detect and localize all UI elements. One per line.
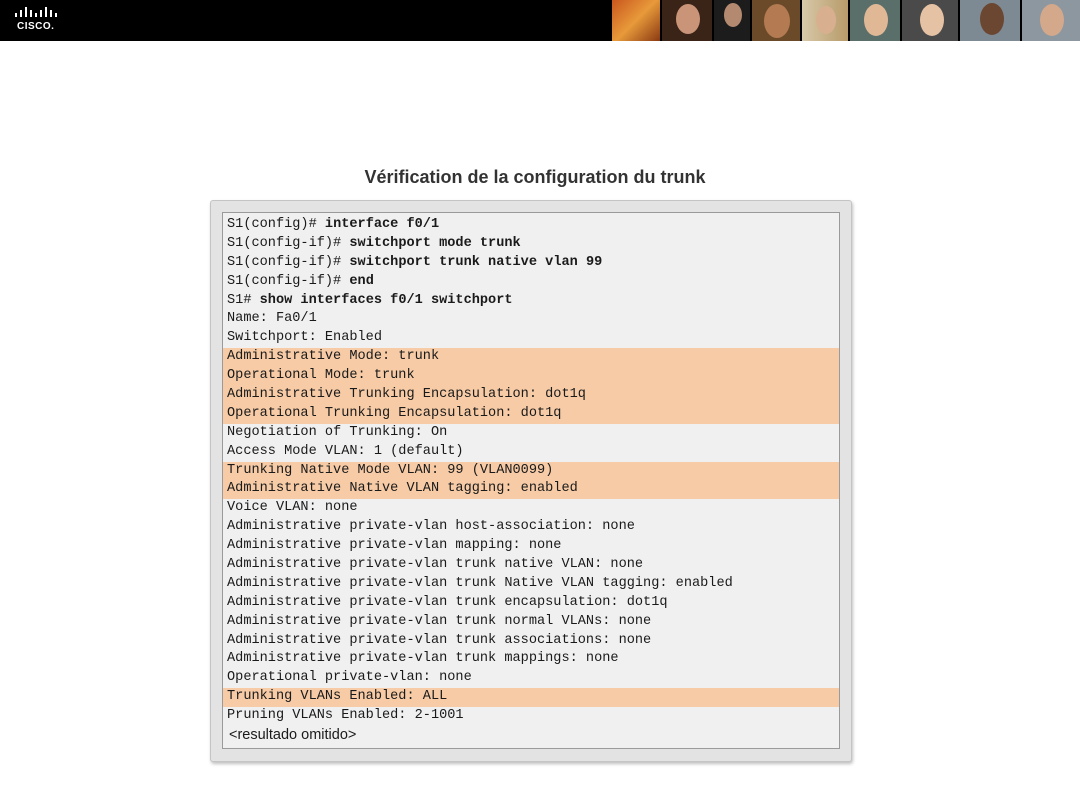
- terminal-output-line: Switchport: Enabled: [227, 330, 382, 346]
- terminal-highlighted-line: Administrative Mode: trunk: [223, 348, 839, 368]
- terminal-highlighted-line: Operational Mode: trunk: [223, 367, 839, 387]
- photo-9: [1022, 0, 1080, 41]
- terminal-highlighted-line: Trunking Native Mode VLAN: 99 (VLAN0099): [223, 461, 839, 481]
- terminal-command: interface f0/1: [324, 217, 440, 232]
- terminal-output-line: Administrative private-vlan trunk associ…: [227, 632, 652, 648]
- photo-7: [902, 0, 960, 41]
- terminal-highlighted-line: Trunking VLANs Enabled: ALL: [223, 688, 839, 708]
- terminal-frame: S1(config)# interface f0/1 S1(config-if)#…: [210, 200, 852, 762]
- terminal-command: end: [349, 273, 374, 289]
- terminal-prompt: S1#: [227, 292, 260, 308]
- terminal-highlighted-line: Administrative Native VLAN tagging: enab…: [223, 480, 839, 500]
- slide-title: Vérification de la configuration du trun…: [0, 167, 1080, 188]
- terminal-output-line: Operational private-vlan: none: [227, 670, 472, 686]
- terminal-prompt: S1(config)#: [227, 217, 325, 232]
- top-banner: CISCO.: [0, 0, 1080, 41]
- terminal-output-line: Administrative private-vlan mapping: non…: [227, 538, 562, 554]
- cisco-logo: CISCO.: [14, 6, 64, 36]
- terminal-command-line: S1# show interfaces f0/1 switchport: [223, 292, 839, 311]
- terminal-output-line: Administrative private-vlan trunk encaps…: [227, 594, 668, 610]
- photo-8: [960, 0, 1022, 41]
- terminal-highlighted-line: Administrative Trunking Encapsulation: d…: [223, 386, 839, 405]
- photo-2: [662, 0, 714, 41]
- terminal-output-line: Administrative private-vlan trunk mappin…: [227, 651, 619, 667]
- photo-3: [714, 0, 752, 41]
- photo-4: [752, 0, 802, 41]
- terminal-output-line: Pruning VLANs Enabled: 2-1001: [227, 708, 464, 724]
- terminal-highlighted-line: Operational Trunking Encapsulation: dot1…: [223, 404, 839, 424]
- slide: CISCO. Vérification de la configuration …: [0, 0, 1080, 810]
- photo-6: [850, 0, 902, 41]
- cisco-bars-icon: [15, 7, 57, 17]
- terminal-output-line: Access Mode VLAN: 1 (default): [227, 443, 464, 459]
- terminal-output-line: Negotiation of Trunking: On: [227, 424, 448, 440]
- terminal-output-line: Administrative private-vlan trunk Native…: [227, 575, 733, 591]
- terminal-prompt: S1(config-if)#: [227, 235, 350, 251]
- terminal-output-line: Administrative private-vlan trunk normal…: [227, 613, 652, 629]
- slide-title-text: Vérification de la configuration du trun…: [364, 167, 706, 187]
- terminal-output-line: <resultado omitido>: [229, 727, 357, 744]
- terminal-prompt: S1(config-if)#: [227, 273, 350, 289]
- terminal-output: S1(config)# interface f0/1 S1(config-if)#…: [222, 212, 840, 749]
- terminal-output-line: Administrative private-vlan trunk native…: [227, 557, 644, 573]
- photo-5: [802, 0, 850, 41]
- terminal-output-line: Administrative private-vlan host-associa…: [227, 519, 635, 535]
- terminal-output-line: Voice VLAN: none: [227, 500, 358, 516]
- terminal-command-line: S1(config)# interface f0/1: [223, 216, 839, 235]
- photo-strip: [612, 0, 1080, 41]
- photo-1: [612, 0, 662, 41]
- terminal-command-line: S1(config-if)# switchport mode trunk: [223, 235, 839, 254]
- terminal-command-line: S1(config-if)# end: [223, 273, 839, 292]
- terminal-command: switchport trunk native vlan 99: [349, 254, 603, 270]
- terminal-command: switchport mode trunk: [349, 235, 521, 251]
- cisco-wordmark: CISCO.: [17, 21, 55, 32]
- terminal-output-line: Name: Fa0/1: [227, 311, 317, 327]
- terminal-command: show interfaces f0/1 switchport: [259, 292, 513, 308]
- terminal-prompt: S1(config-if)#: [227, 254, 350, 270]
- terminal-command-line: S1(config-if)# switchport trunk native v…: [223, 254, 839, 273]
